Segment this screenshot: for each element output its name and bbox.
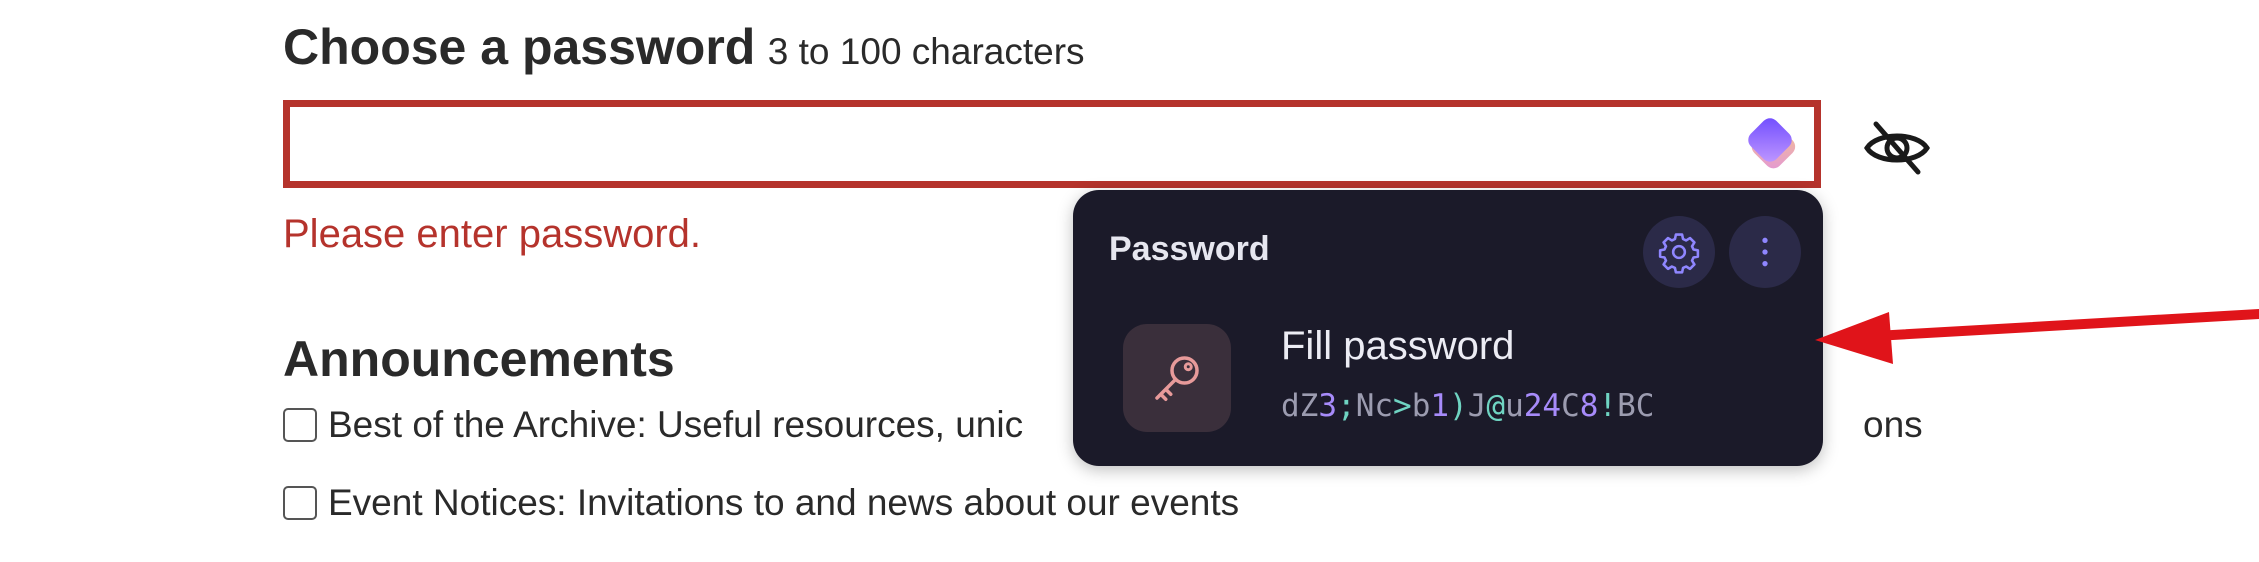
checkbox[interactable] (283, 408, 317, 442)
password-length-hint: 3 to 100 characters (767, 31, 1085, 72)
password-char: ) (1449, 388, 1468, 424)
popup-title: Password (1109, 230, 1270, 268)
password-char: C (1561, 388, 1580, 424)
password-char: N (1355, 388, 1375, 424)
option-label: Best of the Archive: Useful resources, u… (328, 404, 1024, 445)
eye-slash-icon[interactable] (1862, 118, 1932, 178)
password-manager-extension-icon[interactable] (1740, 112, 1804, 176)
key-icon (1155, 356, 1199, 401)
key-icon-tile (1123, 324, 1231, 432)
announcements-title: Announcements (283, 331, 675, 387)
password-char: 2 (1523, 388, 1543, 424)
password-char: C (1635, 388, 1655, 424)
password-label: Choose a password (283, 19, 756, 75)
password-char: ! (1598, 388, 1618, 424)
password-char: @ (1486, 388, 1506, 424)
password-generator-popup: Password Fill password dZ3;Nc>b1)J@u24C8… (1073, 190, 1823, 466)
password-char: J (1467, 388, 1487, 424)
password-char: ; (1337, 388, 1356, 424)
password-char: 1 (1430, 388, 1450, 424)
fill-password-label: Fill password (1281, 324, 1515, 368)
checkbox[interactable] (283, 486, 317, 520)
more-options-button[interactable] (1729, 216, 1801, 288)
password-char: Z (1299, 388, 1319, 424)
password-input[interactable] (283, 100, 1821, 188)
password-char: u (1505, 388, 1524, 424)
announcement-option-best-of-archive: Best of the Archive: Useful resources, u… (283, 404, 1923, 446)
more-vertical-icon (1762, 237, 1768, 267)
password-char: 8 (1579, 388, 1599, 424)
gear-icon (1658, 233, 1700, 274)
settings-button[interactable] (1643, 216, 1715, 288)
password-char: 4 (1542, 388, 1562, 424)
password-char: B (1617, 388, 1636, 424)
password-char: d (1281, 388, 1300, 424)
password-char: c (1374, 388, 1394, 424)
option-label-tail: ons (1863, 404, 1923, 445)
option-label: Event Notices: Invitations to and news a… (328, 482, 1240, 523)
password-error-message: Please enter password. (283, 212, 702, 256)
red-arrow-annotation (1815, 309, 2259, 364)
generated-password: dZ3;Nc>b1)J@u24C8!BC (1281, 388, 1654, 424)
password-char: b (1411, 388, 1431, 424)
password-char: > (1393, 388, 1412, 424)
announcement-option-event-notices: Event Notices: Invitations to and news a… (283, 482, 1239, 524)
password-char: 3 (1318, 388, 1338, 424)
password-label-row: Choose a password 3 to 100 characters (283, 18, 1085, 76)
fill-password-item[interactable]: Fill password dZ3;Nc>b1)J@u24C8!BC (1091, 300, 1805, 450)
